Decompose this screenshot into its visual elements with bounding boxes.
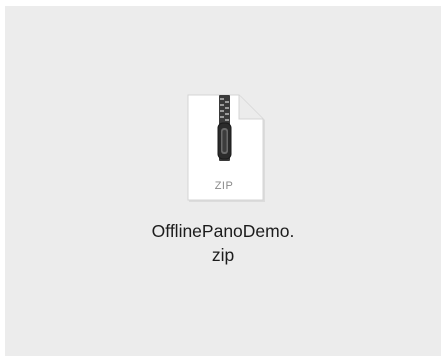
zip-file-item[interactable]: ZIP OfflinePanoDemo. zip — [5, 6, 441, 356]
file-name-line-2: zip — [211, 245, 235, 265]
file-name-label[interactable]: OfflinePanoDemo. zip — [103, 219, 343, 267]
file-extension-label: ZIP — [214, 180, 234, 192]
desktop-canvas: ZIP OfflinePanoDemo. zip — [5, 6, 441, 356]
file-name-line-1: OfflinePanoDemo. — [151, 221, 295, 241]
